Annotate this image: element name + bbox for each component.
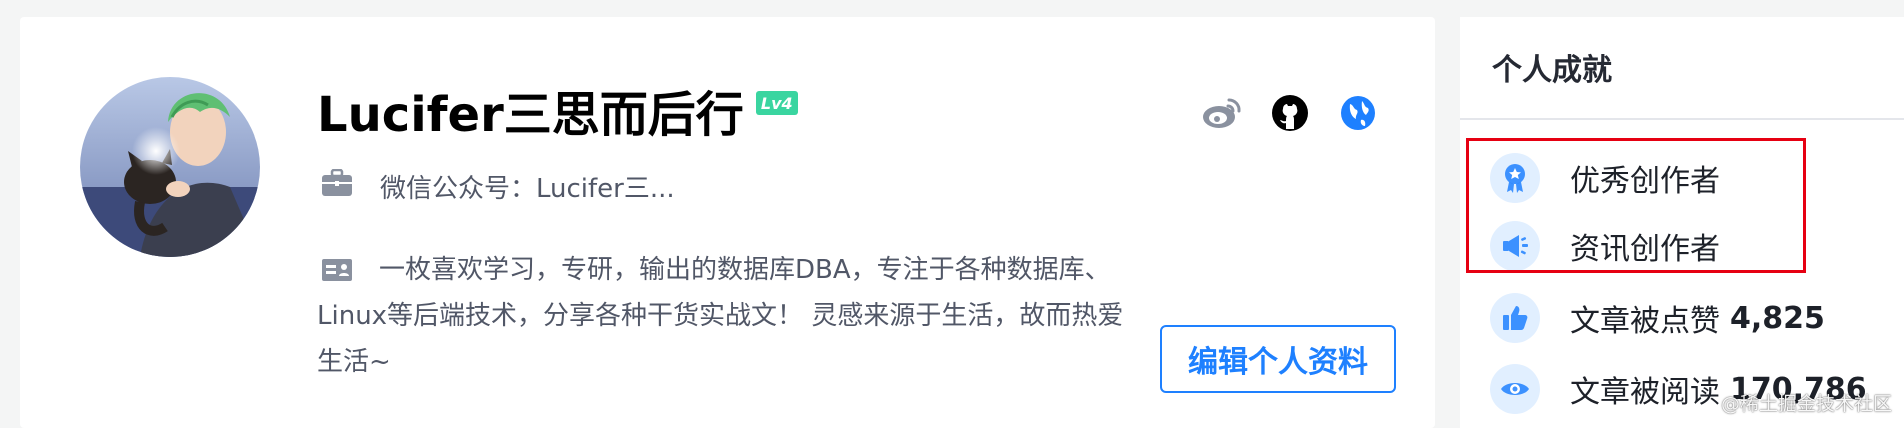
achievements-title: 个人成就 — [1492, 53, 1612, 88]
edit-profile-button[interactable]: 编辑个人资料 — [1160, 325, 1396, 393]
achievements-card: 个人成就 优秀创作者 资讯创作者 文章被点赞 4,825 文章被阅读 170,7… — [1460, 17, 1904, 428]
website-icon[interactable] — [1338, 93, 1378, 133]
avatar[interactable] — [80, 77, 260, 257]
briefcase-icon — [320, 166, 354, 200]
eye-icon — [1490, 364, 1540, 414]
achievement-label: 文章被阅读 — [1570, 375, 1720, 410]
bio-text: 一枚喜欢学习，专研，输出的数据库DBA，专注于各种数据库、Linux等后端技术，… — [317, 255, 1124, 377]
profile-name-row: Lucifer三思而后行 Lv4 — [317, 75, 798, 145]
achievement-label: 文章被点赞 — [1570, 304, 1720, 339]
highlight-box — [1466, 138, 1806, 273]
divider — [1460, 118, 1904, 120]
job-title: 微信公众号：Lucifer三... — [380, 174, 675, 204]
github-icon[interactable] — [1270, 93, 1310, 133]
achievement-count: 4,825 — [1730, 300, 1825, 336]
achievement-item: 文章被点赞 4,825 — [1490, 292, 1825, 344]
job-row: 微信公众号：Lucifer三... — [320, 166, 675, 212]
profile-card: Lucifer三思而后行 Lv4 微信公众号：Lucifer三... 一枚喜欢学… — [20, 17, 1435, 428]
weibo-icon[interactable] — [1202, 93, 1242, 133]
profile-name: Lucifer三思而后行 — [317, 87, 744, 143]
bio-container: 一枚喜欢学习，专研，输出的数据库DBA，专注于各种数据库、Linux等后端技术，… — [317, 247, 1127, 385]
watermark: @稀土掘金技术社区 — [1720, 393, 1892, 415]
level-badge: Lv4 — [755, 91, 798, 115]
thumbs-up-icon — [1490, 293, 1540, 343]
